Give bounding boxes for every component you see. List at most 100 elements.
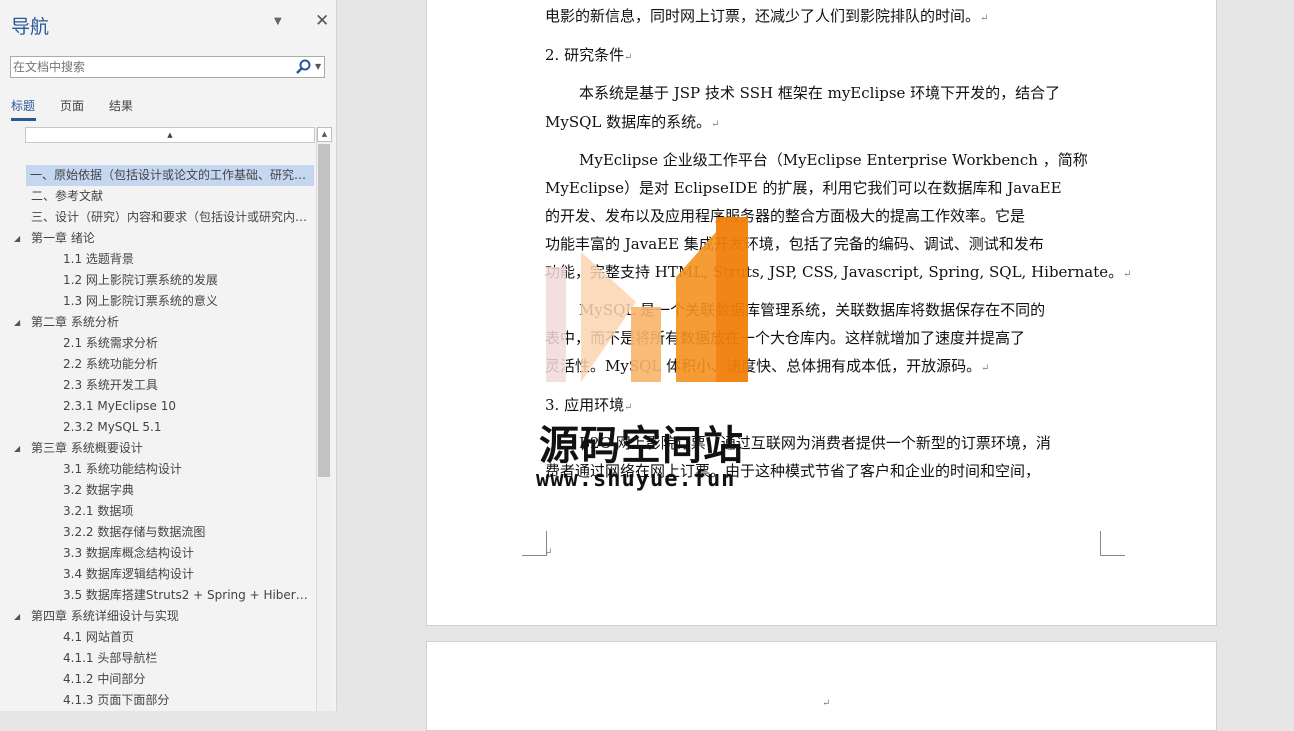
tab-pages[interactable]: 页面 (60, 97, 84, 114)
document-line[interactable]: MySQL 是一个关联数据库管理系统，关联数据库将数据保存在不同的 (579, 299, 1045, 320)
tree-item-label: 3.3 数据库概念结构设计 (63, 546, 194, 560)
document-line[interactable]: 3. 应用环境↵ (545, 394, 632, 415)
tree-item-label: 三、设计（研究）内容和要求（包括设计或研究内… (31, 210, 308, 224)
document-line-text: MySQL 数据库的系统。 (545, 113, 712, 131)
document-page-next[interactable]: ↵ (426, 641, 1217, 731)
tree-chapter-item[interactable]: ◢ 第三章 系统概要设计 (0, 438, 316, 459)
tree-item[interactable]: 3.2.2 数据存储与数据流图 (0, 522, 316, 543)
heading-tree: 一、原始依据（包括设计或论文的工作基础、研究… 二、参考文献三、设计（研究）内容和… (0, 165, 316, 711)
document-line[interactable]: 的开发、发布以及应用程序服务器的整合方面极大的提高工作效率。它是 (545, 205, 1025, 226)
document-line-text: 灵活性。MySQL 体积小、速度快、总体拥有成本低，开放源码。 (545, 357, 982, 375)
tree-item[interactable]: 2.2 系统功能分析 (0, 354, 316, 375)
tree-item-label: 一、原始依据（包括设计或论文的工作基础、研究… (30, 168, 307, 182)
crop-mark-right (1100, 531, 1125, 556)
tree-item[interactable]: 二、参考文献 (0, 186, 316, 207)
active-tab-underline (11, 118, 36, 121)
watermark-url: www.shuyue.fun (536, 467, 736, 492)
search-options-chevron-down-icon[interactable]: ▼ (315, 62, 321, 71)
tree-item[interactable]: 4.1 网站首页 (0, 627, 316, 648)
scrollbar-thumb[interactable] (318, 144, 330, 477)
document-line-text: MySQL 是一个关联数据库管理系统，关联数据库将数据保存在不同的 (579, 301, 1046, 319)
expand-collapse-icon[interactable]: ◢ (14, 228, 20, 249)
document-line-text: MyEclipse）是对 EclipseIDE 的扩展，利用它我们可以在数据库和… (545, 179, 1062, 197)
tree-item-label: 3.2 数据字典 (63, 483, 134, 497)
document-line-text: 2. 研究条件 (545, 46, 625, 64)
nav-options-dropdown-icon[interactable]: ▼ (274, 16, 282, 27)
expand-collapse-icon[interactable]: ◢ (14, 606, 20, 627)
navigation-pane: 导航 ▼ ✕ ▼ 标题 页面 结果 ▲ 一、原始依据（包括设计或论文的工作基础、… (0, 0, 337, 711)
document-line-text: 本系统是基于 JSP 技术 SSH 框架在 myEclipse 环境下开发的，结… (579, 84, 1061, 102)
tree-item-label: 2.2 系统功能分析 (63, 357, 158, 371)
tree-item-label: 2.3.2 MySQL 5.1 (63, 420, 162, 434)
tree-item-label: 4.1.3 页面下面部分 (63, 693, 170, 707)
document-page[interactable]: 电影的新信息，同时网上订票，还减少了人们到影院排队的时间。↵ 2. 研究条件↵ 本系… (426, 0, 1217, 626)
tree-chapter-item[interactable]: ◢ 第四章 系统详细设计与实现 (0, 606, 316, 627)
tree-item-label: 2.1 系统需求分析 (63, 336, 158, 350)
document-line[interactable]: 表中，而不是将所有数据放在一个大仓库内。这样就增加了速度并提高了 (545, 327, 1025, 348)
tree-item[interactable]: 一、原始依据（包括设计或论文的工作基础、研究… (26, 165, 314, 186)
tree-item[interactable]: 3.2.1 数据项 (0, 501, 316, 522)
tree-chapter-item[interactable]: ◢ 第一章 绪论 (0, 228, 316, 249)
document-line[interactable]: MyEclipse 企业级工作平台（MyEclipse Enterprise W… (579, 149, 1088, 170)
collapse-up-icon[interactable]: ▲ (25, 127, 315, 143)
tree-item[interactable]: 2.3.1 MyEclipse 10 (0, 396, 316, 417)
document-line[interactable]: 电影的新信息，同时网上订票，还减少了人们到影院排队的时间。↵ (545, 5, 988, 26)
tree-item[interactable]: 2.3.2 MySQL 5.1 (0, 417, 316, 438)
tree-chapter-item[interactable]: ◢ 第二章 系统分析 (0, 312, 316, 333)
search-input[interactable] (13, 59, 288, 75)
expand-collapse-icon[interactable]: ◢ (14, 312, 20, 333)
document-line-text: 3. 应用环境 (545, 396, 625, 414)
tree-item[interactable]: 1.3 网上影院订票系统的意义 (0, 291, 316, 312)
tab-headings[interactable]: 标题 (11, 97, 35, 114)
scrollbar[interactable]: ▲ (316, 127, 332, 711)
tree-item[interactable]: 2.3 系统开发工具 (0, 375, 316, 396)
tree-item-label: 第一章 绪论 (31, 231, 95, 245)
document-line[interactable]: 本系统是基于 JSP 技术 SSH 框架在 myEclipse 环境下开发的，结… (579, 82, 1060, 103)
paragraph-mark: ↵ (624, 402, 633, 413)
tree-item[interactable]: 4.1.1 头部导航栏 (0, 648, 316, 669)
tree-item-label: 二、参考文献 (31, 189, 104, 203)
document-line[interactable]: MySQL 数据库的系统。↵ (545, 111, 720, 132)
tree-item-label: 第二章 系统分析 (31, 315, 119, 329)
tree-item-label: 4.1.2 中间部分 (63, 672, 146, 686)
document-line-text: 功能，完整支持 HTML, Struts, JSP, CSS, Javascri… (545, 263, 1124, 281)
tree-item-label: 第三章 系统概要设计 (31, 441, 143, 455)
tree-item-label: 2.3 系统开发工具 (63, 378, 158, 392)
document-line-text: 表中，而不是将所有数据放在一个大仓库内。这样就增加了速度并提高了 (545, 329, 1026, 347)
tree-item[interactable]: 1.1 选题背景 (0, 249, 316, 270)
tree-item[interactable]: 2.1 系统需求分析 (0, 333, 316, 354)
tree-item-label: 2.3.1 MyEclipse 10 (63, 399, 176, 413)
document-line[interactable]: 功能，完整支持 HTML, Struts, JSP, CSS, Javascri… (545, 261, 1132, 282)
document-line-text: 电影的新信息，同时网上订票，还减少了人们到影院排队的时间。 (545, 7, 981, 25)
nav-pane-title: 导航 (11, 16, 50, 38)
tree-item-label: 3.1 系统功能结构设计 (63, 462, 182, 476)
tree-item-label: 3.4 数据库逻辑结构设计 (63, 567, 194, 581)
tree-item-label: 1.1 选题背景 (63, 252, 134, 266)
tree-item-label: 1.2 网上影院订票系统的发展 (63, 273, 218, 287)
document-line[interactable]: 灵活性。MySQL 体积小、速度快、总体拥有成本低，开放源码。↵ (545, 355, 990, 376)
tree-item[interactable]: 4.1.2 中间部分 (0, 669, 316, 690)
document-line[interactable]: 2. 研究条件↵ (545, 44, 632, 65)
search-box[interactable]: ▼ (10, 56, 325, 78)
paragraph-mark: ↵ (624, 52, 633, 63)
search-icon[interactable] (295, 58, 313, 76)
tree-item[interactable]: 1.2 网上影院订票系统的发展 (0, 270, 316, 291)
document-line[interactable]: MyEclipse）是对 EclipseIDE 的扩展，利用它我们可以在数据库和… (545, 177, 1062, 198)
tree-item[interactable]: 3.4 数据库逻辑结构设计 (0, 564, 316, 585)
tree-item[interactable]: 3.5 数据库搭建Struts2 + Spring + Hiber… (0, 585, 316, 606)
document-line[interactable]: 功能丰富的 JavaEE 集成开发环境，包括了完备的编码、调试、测试和发布 (545, 233, 1044, 254)
scroll-up-icon[interactable]: ▲ (317, 127, 332, 142)
paragraph-mark: ↵ (822, 698, 831, 709)
document-line-text: 功能丰富的 JavaEE 集成开发环境，包括了完备的编码、调试、测试和发布 (545, 235, 1044, 253)
close-icon[interactable]: ✕ (315, 11, 329, 31)
watermark-title: 源码空间站 (539, 423, 744, 469)
tree-item[interactable]: 3.1 系统功能结构设计 (0, 459, 316, 480)
document-line-text: 的开发、发布以及应用程序服务器的整合方面极大的提高工作效率。它是 (545, 207, 1026, 225)
tree-item[interactable]: 3.3 数据库概念结构设计 (0, 543, 316, 564)
paragraph-mark: ↵ (544, 547, 553, 558)
tree-item[interactable]: 4.1.3 页面下面部分 (0, 690, 316, 711)
tree-item[interactable]: 三、设计（研究）内容和要求（包括设计或研究内… (0, 207, 316, 228)
expand-collapse-icon[interactable]: ◢ (14, 438, 20, 459)
tree-item[interactable]: 3.2 数据字典 (0, 480, 316, 501)
tab-results[interactable]: 结果 (109, 97, 133, 114)
